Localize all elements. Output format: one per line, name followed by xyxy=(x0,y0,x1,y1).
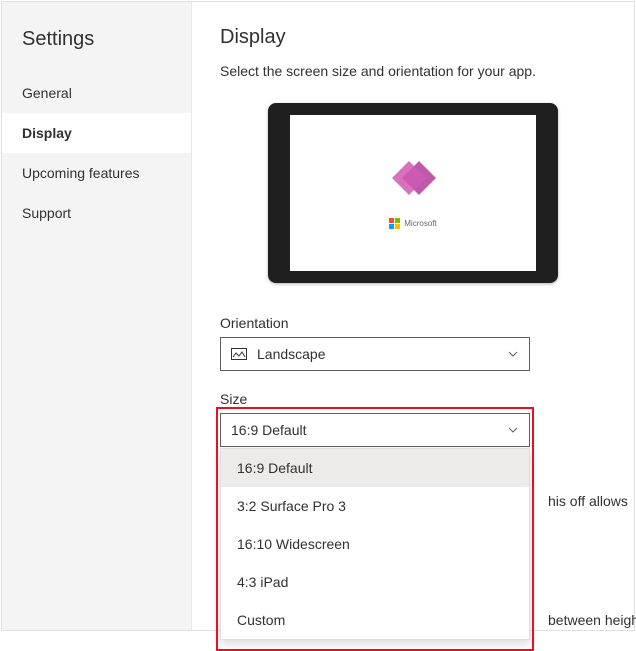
page-title: Display xyxy=(220,26,606,49)
size-option-3-2[interactable]: 3:2 Surface Pro 3 xyxy=(221,487,529,525)
device-preview: Microsoft xyxy=(268,103,558,283)
size-dropdown-options: 16:9 Default 3:2 Surface Pro 3 16:10 Wid… xyxy=(220,448,530,640)
orientation-label: Orientation xyxy=(220,315,606,331)
chevron-down-icon xyxy=(507,424,519,436)
sidebar-item-label: Display xyxy=(22,125,72,141)
microsoft-brand: Microsoft xyxy=(389,218,436,229)
powerapps-logo-icon xyxy=(393,158,433,198)
main-panel: Display Select the screen size and orien… xyxy=(192,2,634,630)
size-option-16-10[interactable]: 16:10 Widescreen xyxy=(221,525,529,563)
size-dropdown-area: 16:9 Default 16:9 Default 3:2 Surface Pr… xyxy=(220,413,530,447)
sidebar: Settings General Display Upcoming featur… xyxy=(2,2,192,630)
page-description: Select the screen size and orientation f… xyxy=(220,63,606,79)
sidebar-item-label: General xyxy=(22,85,72,101)
obscured-text-fragment: between height xyxy=(548,612,636,628)
size-option-16-9[interactable]: 16:9 Default xyxy=(221,449,529,487)
obscured-text-fragment: his off allows xyxy=(548,493,628,509)
orientation-value: Landscape xyxy=(257,346,507,362)
landscape-icon xyxy=(231,348,247,360)
settings-window: Settings General Display Upcoming featur… xyxy=(1,1,635,631)
sidebar-item-upcoming-features[interactable]: Upcoming features xyxy=(2,153,191,193)
microsoft-logo-icon xyxy=(389,218,400,229)
sidebar-item-support[interactable]: Support xyxy=(2,193,191,233)
orientation-dropdown[interactable]: Landscape xyxy=(220,337,530,371)
sidebar-item-label: Support xyxy=(22,205,71,221)
size-value: 16:9 Default xyxy=(231,422,507,438)
size-label: Size xyxy=(220,391,606,407)
sidebar-item-display[interactable]: Display xyxy=(2,113,191,153)
sidebar-item-label: Upcoming features xyxy=(22,165,140,181)
microsoft-text: Microsoft xyxy=(404,219,436,228)
size-dropdown[interactable]: 16:9 Default xyxy=(220,413,530,447)
size-option-4-3[interactable]: 4:3 iPad xyxy=(221,563,529,601)
device-screen: Microsoft xyxy=(290,115,536,271)
chevron-down-icon xyxy=(507,348,519,360)
sidebar-title: Settings xyxy=(2,20,191,73)
size-option-custom[interactable]: Custom xyxy=(221,601,529,639)
sidebar-item-general[interactable]: General xyxy=(2,73,191,113)
